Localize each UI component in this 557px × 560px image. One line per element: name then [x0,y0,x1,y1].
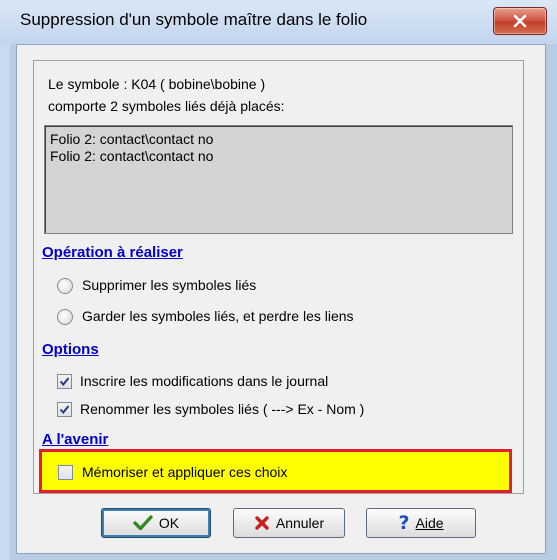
ok-button[interactable]: OK [101,508,211,538]
delete-linked-label[interactable]: Supprimer les symboles liés [82,277,256,293]
keep-linked-label[interactable]: Garder les symboles liés, et perdre les … [82,308,354,324]
checkmark-icon [59,377,70,387]
window-title: Suppression d'un symbole maître dans le … [20,10,368,29]
linked-symbols-list[interactable]: Folio 2: contact\contact no Folio 2: con… [44,125,513,234]
green-checkmark-icon [133,515,153,531]
operation-heading: Opération à réaliser [42,244,183,261]
question-mark-icon: ? [398,512,410,534]
symbol-info-line: Le symbole : K04 ( bobine\bobine ) [48,76,266,92]
rename-checkbox[interactable] [57,402,72,417]
cancel-button[interactable]: Annuler [233,508,345,538]
list-item[interactable]: Folio 2: contact\contact no [50,148,213,164]
ok-button-label: OK [158,515,180,531]
remember-label[interactable]: Mémoriser et appliquer ces choix [82,464,287,480]
journal-label[interactable]: Inscrire les modifications dans le journ… [80,373,328,389]
red-x-icon [255,516,269,530]
close-button[interactable] [493,7,547,35]
journal-checkbox[interactable] [57,374,72,389]
checkmark-icon [59,405,70,415]
close-x-icon [513,14,527,28]
cancel-button-label: Annuler [275,515,325,531]
rename-label[interactable]: Renommer les symboles liés ( ---> Ex - N… [80,401,364,417]
help-button-label: Aide [415,515,444,531]
delete-linked-radio[interactable] [57,278,73,294]
background-window-edge [0,0,10,560]
list-item[interactable]: Folio 2: contact\contact no [50,131,213,147]
future-heading: A l'avenir [42,431,109,448]
linked-count-line: comporte 2 symboles liés déjà placés: [48,98,285,114]
options-heading: Options [42,341,99,358]
keep-linked-radio[interactable] [57,309,73,325]
remember-checkbox[interactable] [58,465,73,480]
help-button[interactable]: ? Aide [366,508,476,538]
